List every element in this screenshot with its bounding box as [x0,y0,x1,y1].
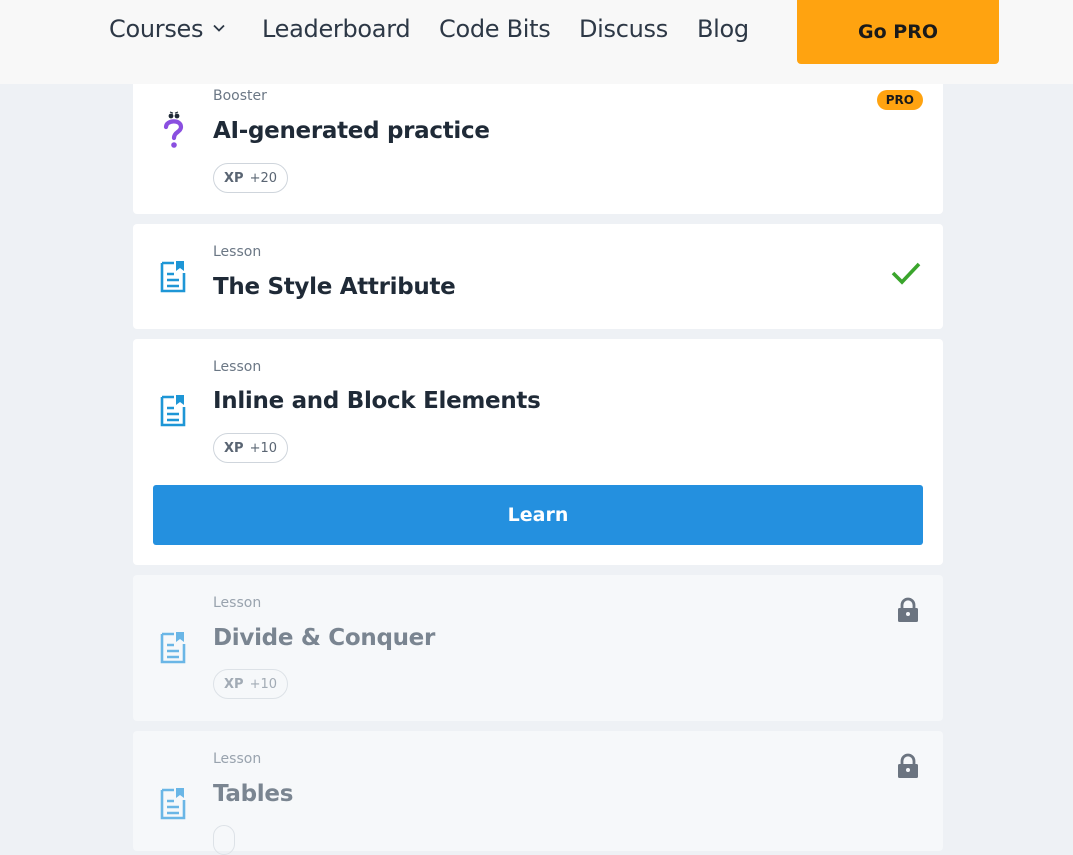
card-title: Divide & Conquer [213,625,436,651]
card-type: Lesson [213,244,262,260]
card-title: Tables [213,781,294,807]
top-navigation: Courses Leaderboard Code Bits Discuss Bl… [0,0,1073,84]
nav-discuss[interactable]: Discuss [579,12,668,46]
chevron-down-icon [213,24,225,32]
nav-courses-label: Courses [109,15,204,43]
card-type: Booster [213,88,267,104]
lesson-document-icon [160,395,186,427]
lesson-document-icon [160,788,186,820]
lesson-card-style-attribute[interactable]: Lesson The Style Attribute [133,224,943,329]
nav-blog[interactable]: Blog [697,12,749,46]
check-icon [891,262,921,285]
lesson-card-inline-block[interactable]: Lesson Inline and Block Elements XP +10 L… [133,339,943,565]
lock-icon [898,753,918,778]
xp-value: +10 [249,440,277,456]
lesson-card-tables[interactable]: Lesson Tables [133,731,943,855]
lesson-card-divide-conquer[interactable]: Lesson Divide & Conquer XP +10 [133,575,943,721]
lesson-document-icon [160,632,186,664]
xp-badge: XP +20 [213,163,288,193]
question-icon [163,111,184,148]
card-title: The Style Attribute [213,274,456,300]
nav-courses[interactable]: Courses [109,12,225,46]
xp-value: +20 [249,170,277,186]
learn-button[interactable]: Learn [153,485,923,545]
card-title: Inline and Block Elements [213,388,541,414]
nav-code-bits[interactable]: Code Bits [439,12,551,46]
xp-value: +10 [249,676,277,692]
xp-label: XP [224,676,244,692]
card-type: Lesson [213,595,262,611]
xp-badge-partial [213,825,235,855]
card-title: AI-generated practice [213,118,490,144]
lesson-document-icon [160,261,186,293]
nav-leaderboard[interactable]: Leaderboard [262,12,411,46]
xp-badge: XP +10 [213,433,288,463]
xp-label: XP [224,440,244,456]
lock-icon [898,597,918,622]
pro-badge: PRO [876,90,923,110]
xp-label: XP [224,170,244,186]
go-pro-button[interactable]: Go PRO [797,0,999,64]
card-type: Lesson [213,359,262,375]
card-type: Lesson [213,751,262,767]
xp-badge: XP +10 [213,669,288,699]
booster-card[interactable]: Booster AI-generated practice XP +20 PRO [133,70,943,214]
